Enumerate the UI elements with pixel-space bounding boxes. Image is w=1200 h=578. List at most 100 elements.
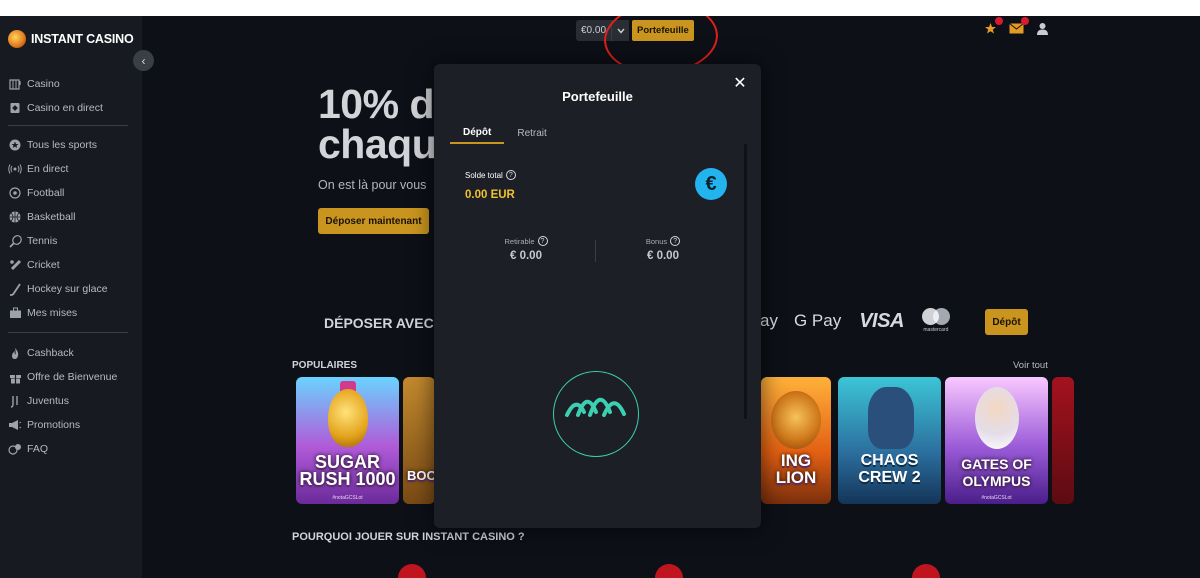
sidebar-item-label: Football [27, 187, 65, 199]
brand-name: INSTANT CASINO [31, 32, 134, 46]
total-balance-value: 0.00 EUR [465, 189, 515, 201]
flame-icon [8, 346, 22, 360]
briefcase-icon [8, 306, 22, 320]
sidebar-item-cricket[interactable]: Cricket [0, 253, 142, 277]
withdrawable-value: € 0.00 [510, 250, 542, 262]
withdrawable-balance: Retirable ? € 0.00 [466, 236, 586, 262]
feature-badge-icon [655, 564, 683, 578]
wallet-modal: Portefeuille ✕ Dépôt Retrait Solde total… [434, 64, 761, 528]
balance-divider [595, 240, 596, 262]
euro-currency-icon: € [695, 168, 727, 200]
hockey-icon [8, 282, 22, 296]
popular-heading: POPULAIRES [292, 360, 358, 371]
sidebar-item-basketball[interactable]: Basketball [0, 205, 142, 229]
sidebar-item-label: Tous les sports [27, 139, 98, 151]
faq-icon [8, 442, 22, 456]
game-card-chaos-crew[interactable]: CHAOS CREW 2 [838, 377, 941, 504]
game-card-lion[interactable]: ING LION [761, 377, 831, 504]
bonus-balance: Bonus ? € 0.00 [603, 236, 723, 262]
game-card-partial[interactable] [1052, 377, 1074, 504]
tab-deposit[interactable]: Dépôt [450, 122, 505, 144]
game-tag: #notaGCSLot [981, 495, 1012, 501]
game-card-sugar-rush[interactable]: SUGAR RUSH 1000 #notaGCSLot [296, 377, 399, 504]
feature-badge-icon [398, 564, 426, 578]
sidebar-item-cashback[interactable]: Cashback [0, 341, 142, 365]
sidebar-item-juventus[interactable]: Juventus [0, 389, 142, 413]
help-icon[interactable]: ? [670, 236, 681, 246]
sidebar-divider [8, 125, 128, 126]
sidebar-item-label: Hockey sur glace [27, 283, 108, 295]
modal-title: Portefeuille [562, 89, 633, 104]
sidebar-item-label: Casino [27, 78, 60, 90]
sidebar-item-label: Casino en direct [27, 102, 103, 114]
sidebar-item-label: Offre de Bienvenue [27, 371, 118, 383]
star-icon [984, 22, 997, 38]
brand-loader-icon [565, 397, 626, 417]
sidebar-divider [8, 332, 128, 333]
hero-subtitle: On est là pour vous [318, 178, 427, 192]
sidebar-item-label: Tennis [27, 235, 58, 247]
sidebar-item-label: Cricket [27, 259, 60, 271]
sidebar-item-football[interactable]: Football [0, 181, 142, 205]
sidebar-item-welcome-offer[interactable]: Offre de Bienvenue [0, 365, 142, 389]
chevron-left-icon: ‹ [141, 53, 146, 68]
sidebar-item-live[interactable]: En direct [0, 157, 142, 181]
game-card-book[interactable]: BOO [403, 377, 435, 504]
close-icon[interactable]: ✕ [730, 73, 750, 93]
notification-dot [995, 17, 1003, 25]
deposit-methods-heading: DÉPOSER AVEC [324, 315, 434, 331]
sidebar-collapse-button[interactable]: ‹ [133, 50, 154, 71]
star-icon [8, 138, 22, 152]
game-title: SUGAR RUSH 1000 [299, 452, 396, 489]
loading-spinner [553, 371, 639, 457]
sidebar-item-tennis[interactable]: Tennis [0, 229, 142, 253]
profile-button[interactable] [1034, 22, 1050, 38]
sidebar-item-my-bets[interactable]: Mes mises [0, 301, 142, 325]
google-pay-logo: G Pay [793, 311, 842, 330]
payment-methods: ay G Pay VISA mastercard [760, 308, 952, 334]
see-all-link[interactable]: Voir tout [1013, 360, 1048, 371]
user-icon [1036, 22, 1049, 38]
sidebar-item-casino[interactable]: Casino [0, 72, 142, 96]
sidebar-item-casino-live[interactable]: Casino en direct [0, 96, 142, 120]
modal-scrollbar[interactable] [744, 144, 747, 419]
cat-artwork [868, 387, 914, 449]
slot-icon [8, 77, 22, 91]
tab-withdraw[interactable]: Retrait [504, 122, 559, 144]
game-title: GATES OF OLYMPUS [961, 456, 1032, 489]
notification-dot [1021, 17, 1029, 25]
brand-logo[interactable]: INSTANT CASINO [8, 30, 134, 48]
rewards-button[interactable] [982, 17, 1003, 38]
messages-button[interactable] [1008, 17, 1029, 38]
deposit-button[interactable]: Dépôt [985, 309, 1028, 335]
sidebar-item-all-sports[interactable]: Tous les sports [0, 133, 142, 157]
game-title: ING LION [775, 451, 817, 487]
game-tag: #notaGCSLot [332, 495, 363, 501]
sidebar-item-label: FAQ [27, 443, 49, 455]
withdrawable-label: Retirable [504, 236, 535, 246]
total-balance-label: Solde total ? [465, 170, 516, 180]
sidebar-item-faq[interactable]: FAQ [0, 437, 142, 461]
help-icon[interactable]: ? [505, 170, 516, 180]
mail-icon [1008, 23, 1024, 37]
juventus-icon [8, 394, 22, 408]
football-icon [8, 186, 22, 200]
deposit-now-button[interactable]: Déposer maintenant [318, 208, 429, 234]
sidebar-item-label: En direct [27, 163, 69, 175]
game-title: BOO [407, 468, 435, 483]
basketball-icon [8, 210, 22, 224]
sidebar-item-label: Juventus [27, 395, 70, 407]
game-card-gates-of-olympus[interactable]: GATES OF OLYMPUS #notaGCSLot [945, 377, 1048, 504]
sidebar-item-hockey[interactable]: Hockey sur glace [0, 277, 142, 301]
sidebar-item-label: Basketball [27, 211, 76, 223]
feature-badge-icon [912, 564, 940, 578]
tennis-icon [8, 234, 22, 248]
help-icon[interactable]: ? [537, 236, 548, 246]
game-title: CHAOS CREW 2 [858, 452, 921, 486]
sidebar-item-promotions[interactable]: Promotions [0, 413, 142, 437]
nav-group-sports: Tous les sports En direct Football Baske… [0, 133, 142, 325]
sidebar: INSTANT CASINO Casino Casino en direct T… [0, 16, 142, 578]
nav-group-promos: Cashback Offre de Bienvenue Juventus Pro… [0, 341, 142, 461]
sidebar-item-label: Promotions [27, 419, 81, 431]
hero-title: 10% d chaqu [318, 84, 437, 165]
